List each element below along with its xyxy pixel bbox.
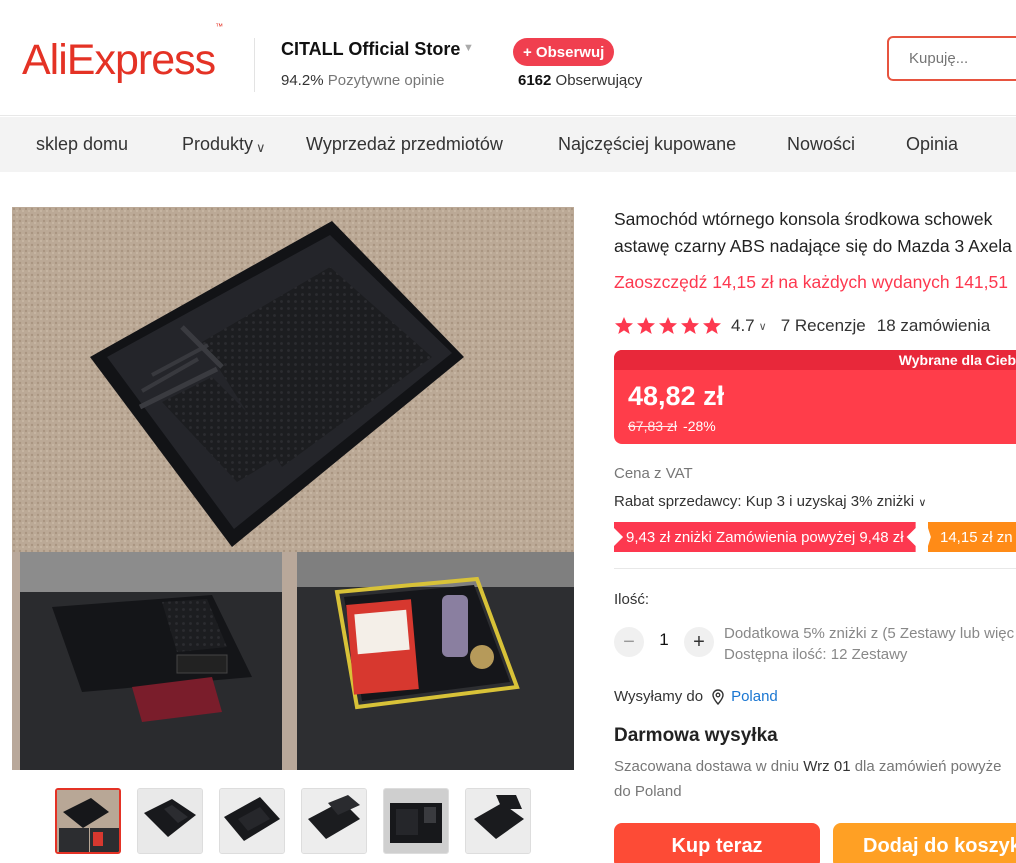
chevron-down-icon: ∨ bbox=[918, 497, 927, 509]
store-header: AliExpress™ CITALL Official Store ▼ 94.2… bbox=[0, 0, 1016, 116]
store-nav: sklep domu Produkty ∨ Wyprzedaż przedmiot… bbox=[0, 117, 1016, 172]
delivery-destination: do Poland bbox=[614, 783, 682, 800]
save-promo-text[interactable]: Zaoszczędź 14,15 zł na każdych wydanych … bbox=[614, 272, 1008, 293]
current-price: 48,82 zł bbox=[628, 381, 725, 411]
product-title-line-1: Samochód wtórnego konsola środkowa schow… bbox=[614, 209, 993, 229]
nav-item-products-label: Produkty bbox=[182, 134, 254, 154]
product-photo bbox=[12, 207, 574, 770]
thumbnail-3[interactable] bbox=[219, 788, 285, 854]
nav-item-new[interactable]: Nowości bbox=[787, 134, 855, 155]
nav-item-bestsellers[interactable]: Najczęściej kupowane bbox=[558, 134, 736, 155]
ship-to-row: Wysyłamy do Poland bbox=[614, 688, 778, 705]
thumbnail-image bbox=[57, 790, 119, 852]
discount-percent: -28% bbox=[683, 418, 716, 434]
stock-available: Dostępna ilość: 12 Zestawy bbox=[724, 646, 908, 663]
star-icon bbox=[615, 317, 633, 334]
store-rating-label: Pozytywne opinie bbox=[327, 72, 445, 89]
store-name[interactable]: CITALL Official Store bbox=[281, 39, 460, 60]
quantity-decrease-button[interactable]: − bbox=[614, 627, 644, 657]
old-price: 67,83 zł bbox=[628, 418, 678, 434]
follow-button[interactable]: + Obserwuj bbox=[513, 38, 615, 66]
thumbnail-1[interactable] bbox=[55, 788, 121, 854]
chevron-down-icon[interactable]: ▼ bbox=[463, 42, 474, 54]
store-rating-value: 94.2% bbox=[281, 72, 324, 89]
delivery-prefix: Szacowana dostawa w dniu bbox=[614, 758, 800, 775]
nav-item-home[interactable]: sklep domu bbox=[36, 134, 128, 155]
delivery-suffix: dla zamówień powyże bbox=[854, 758, 1002, 775]
nav-item-products[interactable]: Produkty ∨ bbox=[182, 134, 266, 155]
search-input[interactable] bbox=[887, 36, 1016, 81]
aliexpress-logo[interactable]: AliExpress™ bbox=[22, 22, 223, 85]
quantity-note: Dodatkowa 5% zniżki z (5 Zestawy lub wię… bbox=[724, 623, 1014, 665]
thumbnail-5[interactable] bbox=[383, 788, 449, 854]
nav-item-feedback[interactable]: Opinia bbox=[906, 134, 958, 155]
product-title-line-2: astawę czarny ABS nadające się do Mazda … bbox=[614, 236, 1012, 256]
followers-number: 6162 bbox=[518, 72, 552, 89]
ship-to-label: Wysyłamy do bbox=[614, 688, 704, 705]
star-icon bbox=[637, 317, 655, 334]
delivery-date: Wrz 01 bbox=[803, 758, 851, 775]
price-box: Wybrane dla Cieb 48,82 zł 67,83 zł -28% bbox=[614, 350, 1016, 444]
vat-note: Cena z VAT bbox=[614, 465, 693, 482]
thumbnail-image bbox=[302, 789, 366, 853]
thumbnail-image bbox=[220, 789, 284, 853]
product-title: Samochód wtórnego konsola środkowa schow… bbox=[614, 206, 1016, 260]
followers-count: 6162 Obserwujący bbox=[518, 72, 642, 89]
free-shipping-title: Darmowa wysyłka bbox=[614, 725, 778, 746]
thumbnail-2[interactable] bbox=[137, 788, 203, 854]
orders-count: 18 zamówienia bbox=[876, 316, 991, 335]
star-icon bbox=[703, 317, 721, 334]
divider bbox=[614, 568, 1016, 569]
followers-label: Obserwujący bbox=[555, 72, 643, 89]
header-divider bbox=[254, 38, 255, 92]
product-main-image[interactable] bbox=[12, 207, 574, 770]
seller-discount[interactable]: Rabat sprzedawcy: Kup 3 i uzyskaj 3% zni… bbox=[614, 493, 926, 510]
thumbnail-image bbox=[138, 789, 202, 853]
chevron-down-icon: ∨ bbox=[256, 140, 266, 155]
thumbnail-image bbox=[384, 789, 448, 853]
coupon-2[interactable]: 14,15 zł zn bbox=[928, 522, 1016, 552]
nav-item-clearance[interactable]: Wyprzedaż przedmiotów bbox=[306, 134, 503, 155]
quantity-increase-button[interactable]: + bbox=[684, 627, 714, 657]
coupon-1[interactable]: 9,43 zł zniżki Zamówienia powyżej 9,48 z… bbox=[614, 522, 916, 552]
seller-discount-text: Rabat sprzedawcy: Kup 3 i uzyskaj 3% zni… bbox=[614, 493, 915, 510]
old-price-row: 67,83 zł -28% bbox=[628, 418, 716, 434]
quantity-value[interactable]: 1 bbox=[650, 630, 678, 650]
bulk-discount-note: Dodatkowa 5% zniżki z (5 Zestawy lub wię… bbox=[724, 625, 1015, 642]
quantity-label: Ilość: bbox=[614, 591, 650, 608]
star-icon bbox=[681, 317, 699, 334]
star-icon bbox=[659, 317, 677, 334]
rating-stars bbox=[614, 316, 722, 336]
ship-country-link[interactable]: Poland bbox=[731, 688, 778, 705]
delivery-estimate: Szacowana dostawa w dniu Wrz 01 dla zamó… bbox=[614, 754, 1001, 804]
thumbnail-image bbox=[466, 789, 530, 853]
chevron-down-icon[interactable]: ∨ bbox=[759, 320, 767, 333]
thumbnail-4[interactable] bbox=[301, 788, 367, 854]
choice-badge: Wybrane dla Cieb bbox=[898, 352, 1016, 368]
rating-row: 4.7 ∨ 7 Recenzje 18 zamówienia bbox=[614, 314, 990, 338]
buy-now-button[interactable]: Kup teraz bbox=[614, 823, 820, 863]
thumbnail-6[interactable] bbox=[465, 788, 531, 854]
store-rating: 94.2% Pozytywne opinie bbox=[281, 72, 444, 89]
reviews-link[interactable]: 7 Recenzje bbox=[781, 316, 866, 336]
location-pin-icon bbox=[712, 688, 724, 705]
rating-value[interactable]: 4.7 bbox=[731, 316, 755, 336]
add-to-cart-button[interactable]: Dodaj do koszyk bbox=[833, 823, 1016, 863]
